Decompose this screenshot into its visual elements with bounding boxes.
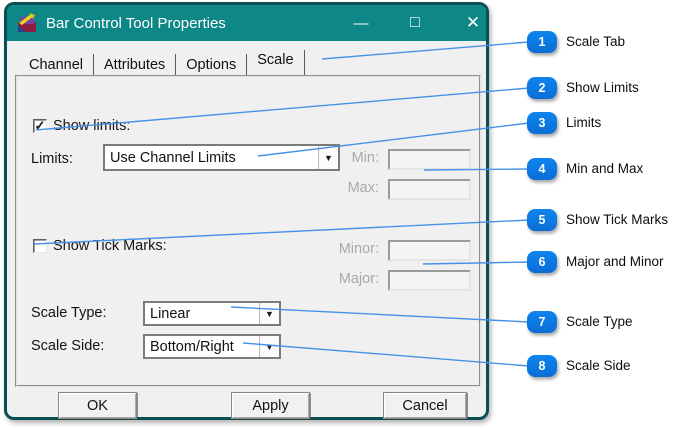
callout-badge-3: 3 (527, 112, 557, 134)
callout-badge-2: 2 (527, 77, 557, 99)
window-title: Bar Control Tool Properties (46, 14, 226, 32)
callout-label-1: Scale Tab (566, 34, 626, 49)
dialog-bar-control-tool-properties: Bar Control Tool Properties — □ ✕ Channe… (4, 2, 489, 420)
show-tick-marks-label: Show Tick Marks: (53, 238, 167, 254)
tab-attributes[interactable]: Attributes (94, 54, 175, 77)
scale-side-label: Scale Side: (31, 338, 105, 354)
tab-options[interactable]: Options (176, 54, 246, 77)
callout-badge-5: 5 (527, 209, 557, 231)
limits-dropdown-value: Use Channel Limits (110, 149, 236, 166)
callout-badge-6: 6 (527, 251, 557, 273)
tab-channel[interactable]: Channel (19, 54, 93, 77)
minimize-button[interactable]: — (345, 8, 377, 38)
cancel-button[interactable]: Cancel (383, 392, 467, 419)
max-label: Max: (347, 180, 379, 196)
callout-badge-4: 4 (527, 158, 557, 180)
show-limits-checkbox[interactable]: ✓ (33, 119, 47, 133)
scale-type-dropdown-value: Linear (150, 305, 191, 322)
ok-button[interactable]: OK (58, 392, 137, 419)
scale-type-dropdown[interactable]: Linear ▼ (143, 301, 281, 326)
app-icon (18, 13, 36, 32)
minimize-icon: — (353, 14, 369, 32)
apply-button[interactable]: Apply (231, 392, 310, 419)
callout-label-7: Scale Type (566, 314, 633, 329)
major-label: Major: (338, 271, 379, 287)
annotated-screenshot: Bar Control Tool Properties — □ ✕ Channe… (0, 0, 677, 428)
chevron-down-icon: ▼ (259, 303, 279, 324)
callout-label-6: Major and Minor (566, 254, 664, 269)
close-button[interactable]: ✕ (457, 8, 489, 38)
max-field[interactable] (388, 179, 471, 200)
checkmark-icon: ✓ (34, 117, 46, 133)
scale-side-dropdown-value: Bottom/Right (150, 338, 234, 355)
maximize-icon: □ (410, 14, 420, 31)
show-limits-label: Show limits: (53, 118, 131, 134)
scale-tab-panel: ✓ Show limits: Limits: Use Channel Limit… (15, 75, 481, 387)
callout-label-3: Limits (566, 115, 602, 130)
callout-label-2: Show Limits (566, 80, 639, 95)
tab-bar: Channel Attributes Options Scale (19, 49, 305, 77)
close-icon: ✕ (465, 13, 481, 32)
titlebar: Bar Control Tool Properties — □ ✕ (7, 5, 486, 41)
callout-label-4: Min and Max (566, 161, 644, 176)
tab-separator (303, 50, 305, 77)
chevron-down-icon: ▼ (259, 336, 279, 357)
callout-label-5: Show Tick Marks (566, 212, 669, 227)
callout-badge-7: 7 (527, 311, 557, 333)
min-field[interactable] (388, 149, 471, 170)
scale-side-dropdown[interactable]: Bottom/Right ▼ (143, 334, 281, 359)
minor-field[interactable] (388, 240, 471, 261)
limits-label: Limits: (31, 151, 73, 167)
callout-label-8: Scale Side (566, 358, 631, 373)
show-tick-marks-checkbox[interactable] (33, 239, 47, 253)
minor-label: Minor: (338, 241, 379, 257)
maximize-button[interactable]: □ (399, 8, 431, 38)
scale-type-label: Scale Type: (31, 305, 107, 321)
min-label: Min: (351, 150, 379, 166)
callout-badge-1: 1 (527, 31, 557, 53)
major-field[interactable] (388, 270, 471, 291)
callout-badge-8: 8 (527, 355, 557, 377)
tab-scale[interactable]: Scale (247, 49, 303, 72)
limits-dropdown[interactable]: Use Channel Limits ▼ (103, 144, 340, 171)
